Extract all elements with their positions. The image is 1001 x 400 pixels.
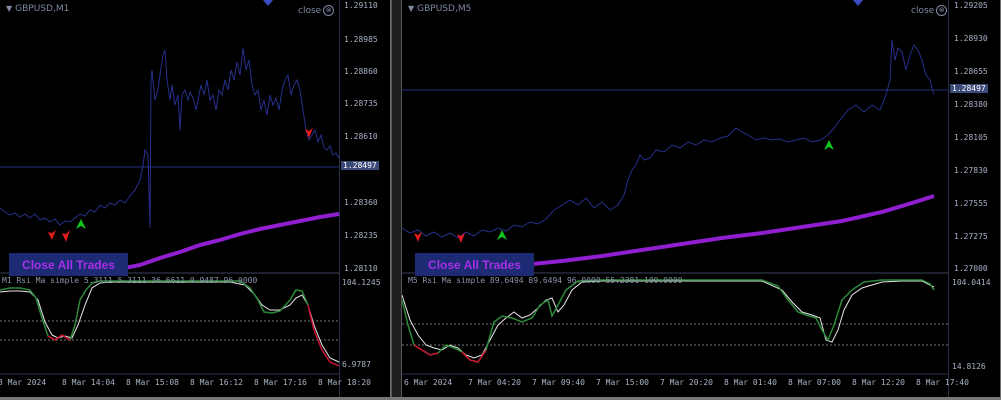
close-label: close (298, 6, 322, 16)
time-label: 8 Mar 17:16 (254, 378, 307, 387)
sell-arrow (62, 230, 70, 242)
caret-down-icon: ▼ (408, 4, 415, 13)
window-separator[interactable] (391, 0, 402, 400)
rsi-low-segment (461, 349, 487, 363)
one-click-trading-toggle[interactable] (853, 0, 863, 6)
indicator-max-label: 104.0414 (952, 278, 991, 287)
price-label: 1.27275 (954, 232, 988, 241)
time-label: 6 Mar 2024 (404, 378, 453, 387)
price-label: 1.29110 (344, 1, 378, 10)
close-circle-icon: ⊗ (936, 5, 948, 16)
time-label: 7 Mar 04:20 (468, 378, 521, 387)
chart-window-gbpusd-m1[interactable]: ▼ GBPUSD,M1 close ⊗ 1.29110 1.28985 1.2886… (0, 0, 391, 398)
close-button[interactable]: close ⊗ (298, 5, 335, 16)
close-label: close (911, 6, 935, 16)
time-label: 8 Mar 18:20 (318, 378, 371, 387)
price-label: 1.28985 (344, 35, 378, 44)
price-label: 1.28235 (344, 231, 378, 240)
price-line (402, 39, 935, 239)
indicator-title: M1 Rsi Ma simple 5.3111 5.3111 36.6611 0… (2, 276, 258, 285)
chart-title-text: GBPUSD,M5 (417, 4, 472, 14)
close-circle-icon: ⊗ (323, 5, 335, 16)
price-line (0, 47, 340, 229)
moving-average-line (119, 212, 340, 271)
price-label: 1.28105 (954, 133, 988, 142)
time-label: 8 Mar 12:20 (852, 378, 905, 387)
close-all-trades-button[interactable]: Close All Trades (9, 253, 128, 276)
time-label: 8 Mar 07:00 (788, 378, 841, 387)
price-label: 1.28735 (344, 99, 378, 108)
rsi-low-segment (47, 334, 71, 341)
time-label: 8 Mar 01:40 (724, 378, 777, 387)
indicator-min-label: 14.8126 (952, 362, 986, 371)
price-label: 1.27000 (954, 264, 988, 273)
close-button[interactable]: close ⊗ (911, 5, 948, 16)
price-chart-m1[interactable] (0, 0, 391, 398)
price-label: 1.28655 (954, 67, 988, 76)
price-chart-m5[interactable] (402, 0, 1001, 398)
time-label: 7 Mar 20:20 (660, 378, 713, 387)
time-label: 8 Mar 17:40 (916, 378, 969, 387)
price-label: 1.27555 (954, 199, 988, 208)
close-all-trades-button[interactable]: Close All Trades (415, 253, 534, 276)
price-label: 1.28930 (954, 34, 988, 43)
rsi-slow-line (402, 280, 935, 359)
time-label: 8 Mar 14:04 (62, 378, 115, 387)
rsi-fast-line (0, 280, 309, 342)
price-label: 1.28360 (344, 198, 378, 207)
chart-title-text: GBPUSD,M1 (15, 4, 70, 14)
price-label: 1.28610 (344, 132, 378, 141)
caret-down-icon: ▼ (6, 4, 13, 13)
rsi-low-segment (413, 344, 439, 356)
time-label: 8 Mar 16:12 (190, 378, 243, 387)
chart-title: ▼ GBPUSD,M5 (408, 4, 471, 14)
buy-arrow (76, 219, 86, 229)
indicator-title: M5 Rsi Ma simple 89.6494 89.6494 96.0000… (408, 276, 683, 285)
current-price-label: 1.28497 (341, 161, 379, 170)
indicator-min-label: 6.9787 (342, 360, 371, 369)
time-label: 7 Mar 09:40 (532, 378, 585, 387)
price-label: 1.27830 (954, 166, 988, 175)
time-label: 7 Mar 15:00 (596, 378, 649, 387)
chart-window-gbpusd-m5[interactable]: ▼ GBPUSD,M5 close ⊗ 1.29205 1.28930 1.2865… (402, 0, 1001, 398)
price-label: 1.29205 (954, 1, 988, 10)
price-label: 1.28380 (954, 100, 988, 109)
indicator-max-label: 104.1245 (342, 278, 381, 287)
rsi-low-segment (307, 304, 340, 367)
sell-arrow (414, 232, 422, 242)
current-price-label: 1.28497 (950, 84, 988, 93)
one-click-trading-toggle[interactable] (263, 0, 273, 6)
chart-title: ▼ GBPUSD,M1 (6, 4, 69, 14)
sell-arrow (48, 230, 56, 240)
price-label: 1.28860 (344, 67, 378, 76)
buy-arrow (824, 140, 834, 150)
rsi-slow-line (0, 281, 340, 363)
time-label: 8 Mar 15:08 (126, 378, 179, 387)
buy-arrow (497, 230, 507, 240)
time-label: 8 Mar 2024 (0, 378, 47, 387)
rsi-fast-line (402, 279, 935, 363)
price-label: 1.28110 (344, 264, 378, 273)
